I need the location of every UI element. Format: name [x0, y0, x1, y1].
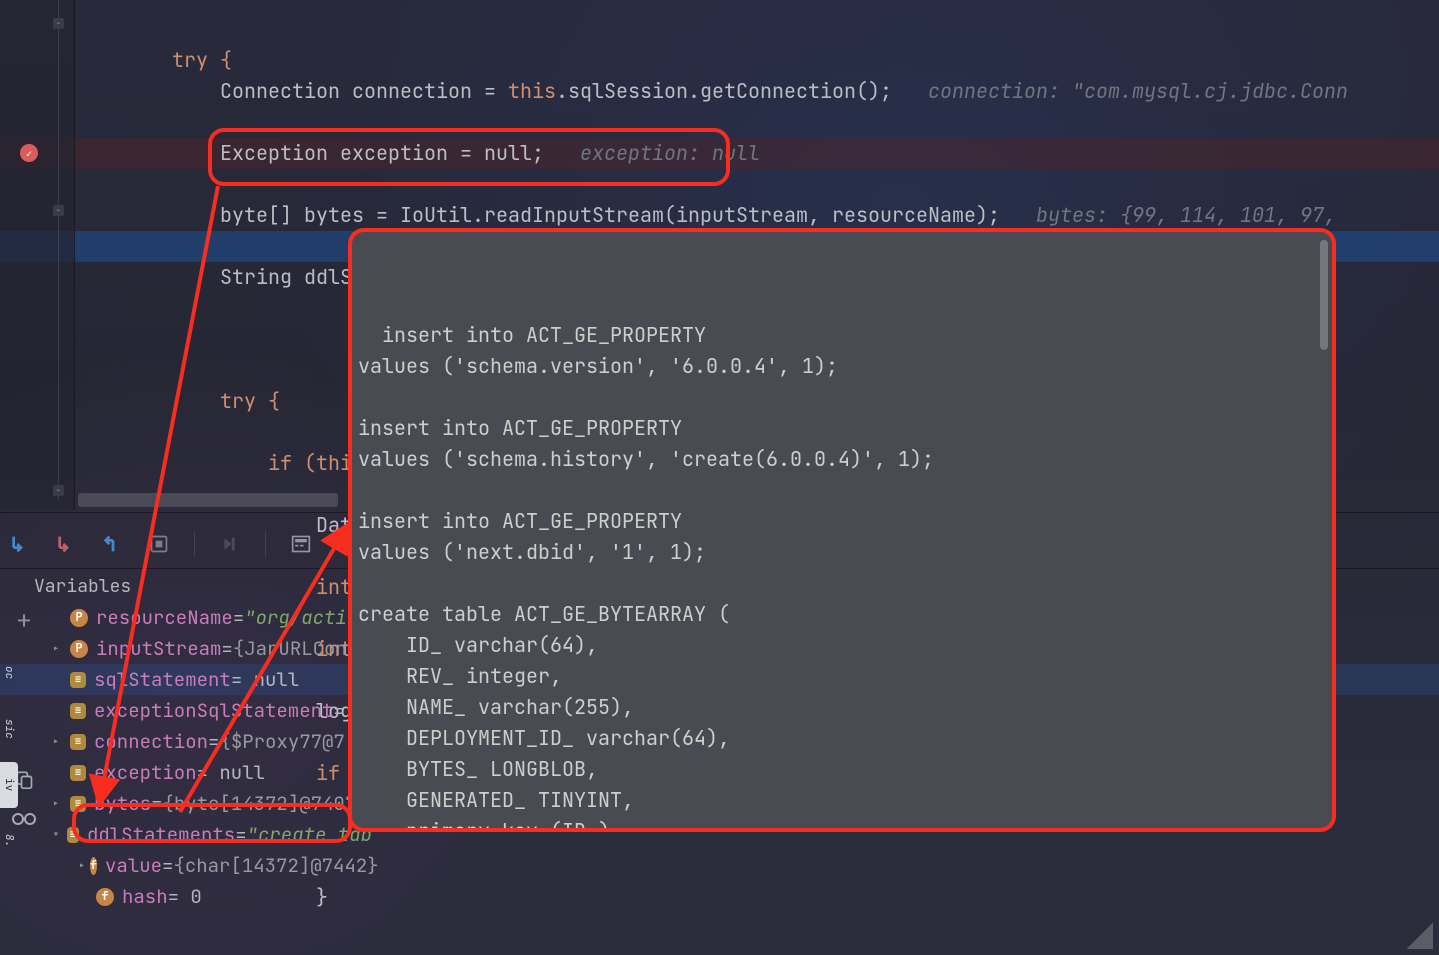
- edge-tab[interactable]: sic: [0, 706, 18, 752]
- var-name: hash: [122, 881, 168, 912]
- var-name: resourceName: [96, 602, 233, 633]
- breakpoint-icon[interactable]: [20, 144, 38, 162]
- step-into-icon[interactable]: [56, 533, 78, 555]
- step-over-icon[interactable]: [10, 533, 32, 555]
- field-icon: f: [96, 888, 114, 906]
- annotation-box: [72, 803, 352, 843]
- var-value: = null: [197, 757, 265, 788]
- variables-tree[interactable]: P resourceName = "org/activ ▸ P inputStr…: [52, 602, 372, 912]
- variable-row[interactable]: P resourceName = "org/activ: [52, 602, 372, 633]
- var-value: {$Proxy77@7: [219, 726, 344, 757]
- toolbar-separator: [194, 531, 195, 557]
- inline-hint: bytes: {99, 114, 101, 97,: [1036, 202, 1336, 228]
- param-icon: P: [70, 609, 88, 627]
- variable-row[interactable]: ▸ ≡ connection = {$Proxy77@7: [52, 726, 372, 757]
- var-value: {JarURLConn: [233, 633, 358, 664]
- expand-icon[interactable]: ▸: [52, 633, 66, 664]
- editor-horizontal-scrollbar[interactable]: [78, 493, 338, 507]
- code-text: .sqlSession.getConnection();: [556, 78, 892, 104]
- add-watch-icon[interactable]: +: [11, 606, 37, 632]
- keyword: if (: [268, 450, 316, 476]
- editor-gutter: − − −: [0, 0, 75, 510]
- fold-toggle[interactable]: −: [53, 18, 64, 29]
- variable-row[interactable]: ≡ sqlStatement = null: [52, 664, 372, 695]
- keyword: try {: [220, 388, 280, 414]
- var-name: connection: [94, 726, 208, 757]
- var-name: inputStream: [96, 633, 221, 664]
- var-value: = null: [231, 664, 299, 695]
- edge-tab[interactable]: 8.: [0, 818, 18, 864]
- var-name: value: [105, 850, 162, 881]
- tool-window-edge-tabs: oc sic iv 8.: [0, 640, 18, 900]
- local-icon: ≡: [70, 672, 86, 688]
- expand-icon[interactable]: ▸: [52, 788, 66, 819]
- var-name: exceptionSqlStatement: [94, 695, 333, 726]
- var-value: "org/activ: [244, 602, 358, 633]
- variable-row[interactable]: ≡ exceptionSqlStatement = n: [52, 695, 372, 726]
- code-text: byte[] bytes = IoUtil.readInputStream(in…: [220, 202, 1000, 228]
- var-value: {char[14372]@7442}: [173, 850, 378, 881]
- param-icon: P: [70, 640, 88, 658]
- variable-row[interactable]: ≡ exception = null: [52, 757, 372, 788]
- fold-guide: [58, 0, 59, 500]
- collapse-icon[interactable]: ▾: [52, 819, 63, 850]
- toolbar-separator: [265, 531, 266, 557]
- variable-row[interactable]: ▸ P inputStream = {JarURLConn: [52, 633, 372, 664]
- evaluate-expression-icon[interactable]: [290, 533, 312, 555]
- inline-hint: connection: "com.mysql.cj.jdbc.Conn: [928, 78, 1348, 104]
- variables-panel-title: Variables: [34, 575, 131, 598]
- variable-row[interactable]: f hash = 0: [52, 881, 372, 912]
- reset-frame-icon[interactable]: [219, 533, 241, 555]
- local-icon: ≡: [70, 765, 86, 781]
- page-corner-fold: [1407, 923, 1433, 949]
- edge-tab[interactable]: oc: [0, 650, 18, 696]
- local-icon: ≡: [70, 703, 86, 719]
- edge-tab[interactable]: iv: [0, 762, 18, 808]
- annotation-box: [208, 128, 730, 186]
- fold-toggle[interactable]: −: [53, 205, 64, 216]
- run-to-cursor-icon[interactable]: [148, 533, 170, 555]
- code-text: Connection connection =: [220, 78, 508, 104]
- var-name: exception: [94, 757, 197, 788]
- expand-icon[interactable]: ▸: [78, 850, 86, 881]
- code-text: int: [316, 574, 352, 600]
- annotation-box: [348, 228, 1336, 832]
- expand-icon[interactable]: ▸: [52, 726, 66, 757]
- fold-toggle[interactable]: −: [53, 485, 64, 496]
- keyword: try {: [172, 47, 232, 73]
- step-out-icon[interactable]: [102, 533, 124, 555]
- field-icon: f: [90, 857, 97, 875]
- var-value: = 0: [168, 881, 202, 912]
- var-name: sqlStatement: [94, 664, 231, 695]
- local-icon: ≡: [70, 734, 86, 750]
- variable-row[interactable]: ▸ f value = {char[14372]@7442}: [52, 850, 372, 881]
